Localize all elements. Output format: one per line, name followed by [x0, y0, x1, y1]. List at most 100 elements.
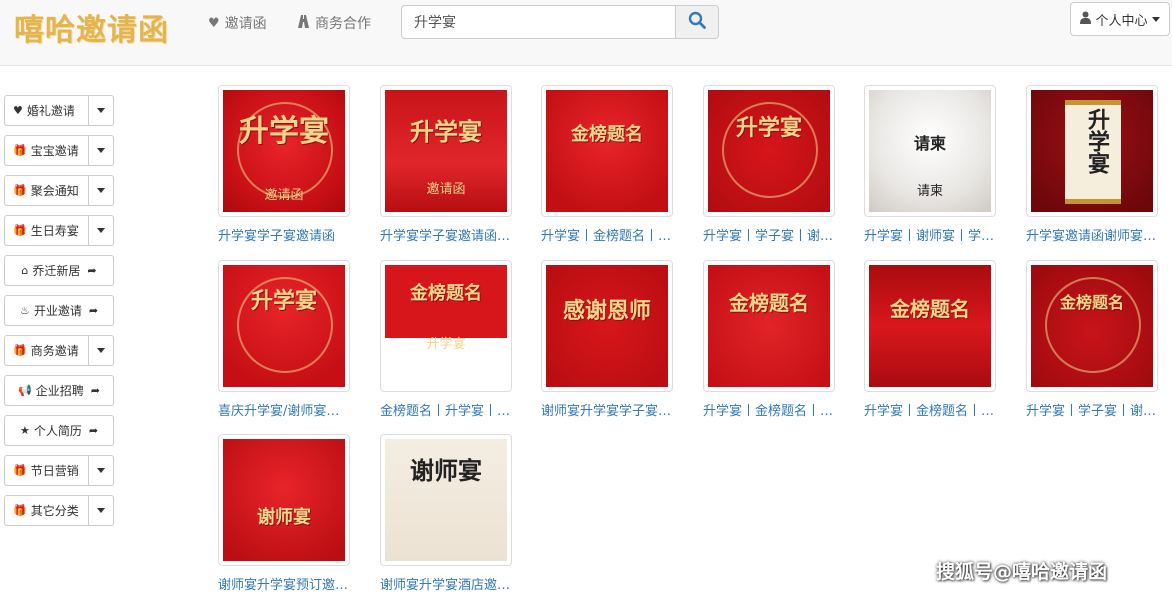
category-label: 乔迁新居	[32, 264, 81, 278]
category-label: 其它分类	[30, 504, 79, 518]
poster-image: 金榜题名	[708, 265, 830, 387]
poster-image: 请柬 请柬	[869, 90, 991, 212]
template-thumbnail[interactable]: 升学宴 邀请函	[218, 85, 350, 217]
gift-icon: 🎁	[13, 344, 27, 357]
chevron-down-icon	[97, 188, 105, 193]
template-card: 金榜题名升学宴丨学子宴丨谢师宴	[1026, 260, 1158, 419]
top-navbar: 嘻哈邀请函 ♥ 邀请函 商务合作 个人中心	[0, 0, 1172, 66]
search-button[interactable]	[675, 5, 719, 39]
category-button[interactable]: ♥ 婚礼邀请	[4, 95, 89, 126]
category-button[interactable]: 🎁 生日寿宴	[4, 215, 89, 246]
template-title-link[interactable]: 谢师宴升学宴酒店邀请函	[380, 574, 512, 593]
poster-title: 金榜题名	[890, 297, 970, 321]
gift-icon: 🎁	[13, 184, 27, 197]
category-button[interactable]: ⌂ 乔迁新居 ➦	[4, 255, 114, 286]
template-title-link[interactable]: 升学宴丨谢师宴丨学子宴	[864, 225, 996, 244]
template-title-link[interactable]: 升学宴丨金榜题名丨谢师宴	[703, 400, 835, 419]
category-button[interactable]: 🎁 节日营销	[4, 455, 89, 486]
template-card: 升学宴喜庆升学宴/谢师宴邀请函	[218, 260, 350, 419]
template-title-link[interactable]: 升学宴丨学子宴丨谢师宴	[1026, 400, 1158, 419]
category-dropdown-toggle[interactable]	[89, 95, 114, 126]
category-dropdown-toggle[interactable]	[89, 455, 114, 486]
category-button[interactable]: 📢 企业招聘 ➦	[4, 375, 114, 406]
sidebar-item-holiday: 🎁 节日营销	[4, 455, 114, 486]
poster-subtitle: 邀请函	[426, 182, 466, 197]
category-button[interactable]: ★ 个人简历 ➦	[4, 415, 114, 446]
template-card: 感谢恩师谢师宴升学宴学子宴邀请函	[541, 260, 673, 419]
template-thumbnail[interactable]: 感谢恩师	[541, 260, 673, 392]
gift-icon: 🎁	[13, 464, 27, 477]
category-button[interactable]: 🎁 宝宝邀请	[4, 135, 89, 166]
template-thumbnail[interactable]: 金榜题名	[703, 260, 835, 392]
template-thumbnail[interactable]: 升学宴 邀请函	[380, 85, 512, 217]
poster-title: 金榜题名	[410, 283, 482, 304]
chevron-down-icon	[97, 228, 105, 233]
sidebar-item-opening: ♨ 开业邀请 ➦	[4, 295, 114, 326]
category-label: 婚礼邀请	[26, 104, 75, 118]
category-dropdown-toggle[interactable]	[89, 335, 114, 366]
template-thumbnail[interactable]: 升学宴	[218, 260, 350, 392]
template-card: 金榜题名升学宴金榜题名丨升学宴丨谢师宴	[380, 260, 512, 419]
sidebar-item-recruiting: 📢 企业招聘 ➦	[4, 375, 114, 406]
poster-subtitle: 邀请函	[264, 188, 304, 203]
template-title-link[interactable]: 谢师宴升学宴学子宴邀请函	[541, 400, 673, 419]
category-dropdown-toggle[interactable]	[89, 135, 114, 166]
sidebar-item-resume: ★ 个人简历 ➦	[4, 415, 114, 446]
template-title-link[interactable]: 升学宴丨金榜题名丨谢师宴	[541, 225, 673, 244]
poster-title: 升学宴	[239, 114, 329, 149]
template-title-link[interactable]: 谢师宴升学宴预订邀请函	[218, 574, 350, 593]
poster-image: 升学宴	[1031, 90, 1153, 212]
nav-item-business[interactable]: 商务合作	[297, 13, 371, 33]
sidebar-item-party: 🎁 聚会通知	[4, 175, 114, 206]
chevron-down-icon	[97, 108, 105, 113]
search-input[interactable]	[401, 5, 676, 39]
template-title-link[interactable]: 升学宴邀请函谢师宴学子宴	[1026, 225, 1158, 244]
gift-icon: 🎁	[13, 144, 27, 157]
share-arrow-icon: ➦	[87, 264, 97, 277]
poster-image: 升学宴	[223, 265, 345, 387]
template-thumbnail[interactable]: 升学宴	[1026, 85, 1158, 217]
bullhorn-icon: 📢	[18, 384, 32, 397]
template-title-link[interactable]: 喜庆升学宴/谢师宴邀请函	[218, 400, 350, 419]
template-card: 升学宴邀请函升学宴学子宴邀请函升学宴谢师宴	[380, 85, 512, 244]
template-thumbnail[interactable]: 金榜题名	[864, 260, 996, 392]
category-button[interactable]: 🎁 商务邀请	[4, 335, 89, 366]
category-label: 开业邀请	[33, 304, 82, 318]
template-thumbnail[interactable]: 金榜题名 升学宴	[380, 260, 512, 392]
category-dropdown-toggle[interactable]	[89, 215, 114, 246]
category-button[interactable]: 🎁 聚会通知	[4, 175, 89, 206]
template-title-link[interactable]: 金榜题名丨升学宴丨谢师宴	[380, 400, 512, 419]
template-title-link[interactable]: 升学宴学子宴邀请函	[218, 225, 350, 244]
category-label: 个人简历	[33, 424, 82, 438]
nav-item-invitations[interactable]: ♥ 邀请函	[208, 13, 267, 33]
category-button[interactable]: 🎁 其它分类	[4, 495, 89, 526]
poster-title: 金榜题名	[1059, 293, 1124, 312]
fire-icon: ♨	[19, 304, 30, 317]
poster-title: 请柬	[913, 134, 946, 153]
template-thumbnail[interactable]: 升学宴	[703, 85, 835, 217]
category-dropdown-toggle[interactable]	[89, 495, 114, 526]
category-label: 聚会通知	[30, 184, 79, 198]
category-button[interactable]: ♨ 开业邀请 ➦	[4, 295, 114, 326]
poster-title: 升学宴	[410, 117, 482, 146]
poster-title: 升学宴	[1084, 108, 1110, 174]
poster-image: 金榜题名 升学宴	[385, 265, 507, 387]
gift-icon: 🎁	[13, 504, 27, 517]
template-card: 升学宴升学宴丨学子宴丨谢师宴	[703, 85, 835, 244]
category-dropdown-toggle[interactable]	[89, 175, 114, 206]
search-icon	[688, 11, 706, 33]
poster-title: 感谢恩师	[562, 298, 651, 324]
template-thumbnail[interactable]: 请柬 请柬	[864, 85, 996, 217]
template-title-link[interactable]: 升学宴丨学子宴丨谢师宴	[703, 225, 835, 244]
template-card: 金榜题名升学宴丨金榜题名丨谢师宴	[541, 85, 673, 244]
template-thumbnail[interactable]: 谢师宴	[218, 434, 350, 566]
chevron-down-icon	[97, 148, 105, 153]
template-thumbnail[interactable]: 金榜题名	[1026, 260, 1158, 392]
brand-logo[interactable]: 嘻哈邀请函	[14, 5, 169, 49]
template-title-link[interactable]: 升学宴丨金榜题名丨谢师宴	[864, 400, 996, 419]
user-center-button[interactable]: 个人中心	[1070, 2, 1170, 36]
template-thumbnail[interactable]: 谢师宴	[380, 434, 512, 566]
template-title-link[interactable]: 升学宴学子宴邀请函升学宴谢师宴	[380, 225, 512, 244]
template-thumbnail[interactable]: 金榜题名	[541, 85, 673, 217]
chevron-down-icon	[97, 508, 105, 513]
